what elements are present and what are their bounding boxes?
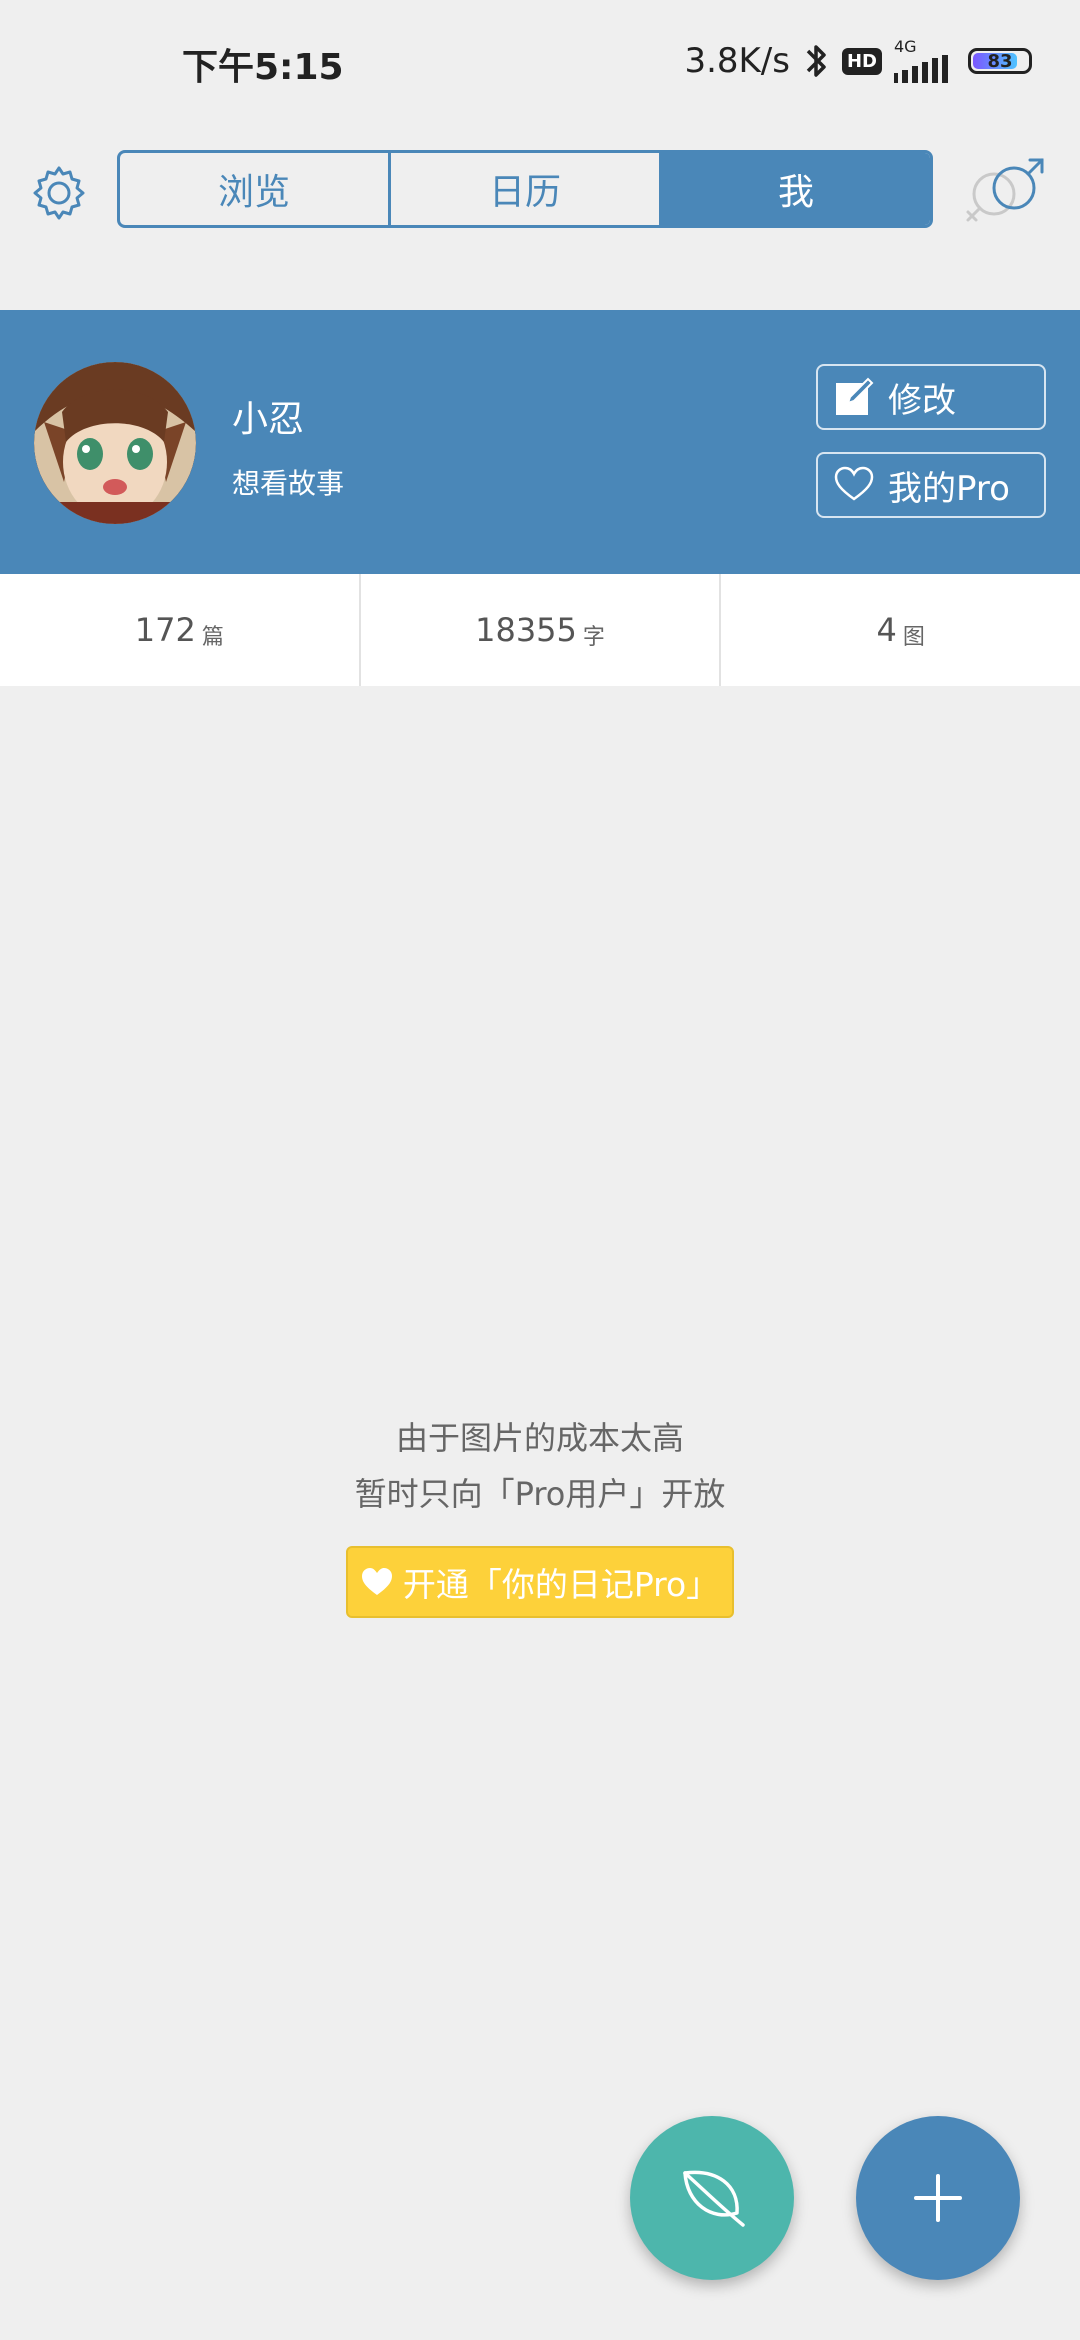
network-speed: 3.8K/s <box>684 41 790 81</box>
add-entry-button[interactable] <box>856 2116 1020 2280</box>
heart-icon <box>361 1568 392 1595</box>
battery-level: 83 <box>987 50 1013 72</box>
plus-icon <box>914 2174 962 2222</box>
username: 小忍 <box>232 399 305 440</box>
my-pro-button[interactable]: 我的Pro <box>816 452 1046 518</box>
edit-icon <box>836 377 874 415</box>
stat-words-unit: 字 <box>582 625 605 650</box>
stat-images[interactable]: 4 图 <box>721 574 1080 686</box>
pro-notice: 由于图片的成本太高 暂时只向「Pro用户」开放 <box>0 1410 1080 1522</box>
stat-entries[interactable]: 172 篇 <box>0 574 361 686</box>
network-type: 4G <box>894 37 917 56</box>
leaf-fab-button[interactable] <box>630 2116 794 2280</box>
top-toolbar: 浏览 日历 我 <box>0 140 1080 240</box>
signal-bars-icon <box>894 55 948 83</box>
cellular-signal: 4G <box>894 39 956 83</box>
battery-icon: 83 <box>968 48 1032 74</box>
avatar[interactable] <box>34 362 196 524</box>
notice-line-1: 由于图片的成本太高 <box>395 1419 684 1457</box>
activate-pro-button[interactable]: 开通「你的日记Pro」 <box>346 1546 734 1618</box>
tab-me[interactable]: 我 <box>662 153 930 225</box>
leaf-icon <box>683 2170 745 2227</box>
status-bar: 下午5:15 3.8K/s HD 4G 83 <box>0 0 1080 120</box>
stat-entries-unit: 篇 <box>201 625 224 650</box>
tab-browse[interactable]: 浏览 <box>120 153 391 225</box>
stat-words[interactable]: 18355 字 <box>361 574 722 686</box>
stat-words-value: 18355 <box>475 611 577 649</box>
stat-images-value: 4 <box>876 611 897 649</box>
status-indicators: 3.8K/s HD 4G 83 <box>684 36 1032 86</box>
tab-calendar[interactable]: 日历 <box>391 153 662 225</box>
main-tabs: 浏览 日历 我 <box>117 150 933 228</box>
my-pro-label: 我的Pro <box>888 468 1010 509</box>
stat-entries-value: 172 <box>134 611 196 649</box>
stat-images-unit: 图 <box>902 625 925 650</box>
edit-label: 修改 <box>888 380 956 421</box>
stats-row: 172 篇 18355 字 4 图 <box>0 574 1080 686</box>
notice-line-2: 暂时只向「Pro用户」开放 <box>354 1475 726 1513</box>
activate-pro-label: 开通「你的日记Pro」 <box>402 1565 720 1604</box>
hd-badge: HD <box>841 47 882 75</box>
bluetooth-icon <box>806 45 826 77</box>
edit-profile-button[interactable]: 修改 <box>816 364 1046 430</box>
profile-banner: 小忍 想看故事 修改 我的Pro <box>0 310 1080 574</box>
user-bio: 想看故事 <box>232 467 345 500</box>
gender-icon[interactable] <box>962 154 1052 234</box>
heart-icon <box>834 466 874 501</box>
gear-icon[interactable] <box>30 164 88 222</box>
status-time: 下午5:15 <box>182 47 344 88</box>
